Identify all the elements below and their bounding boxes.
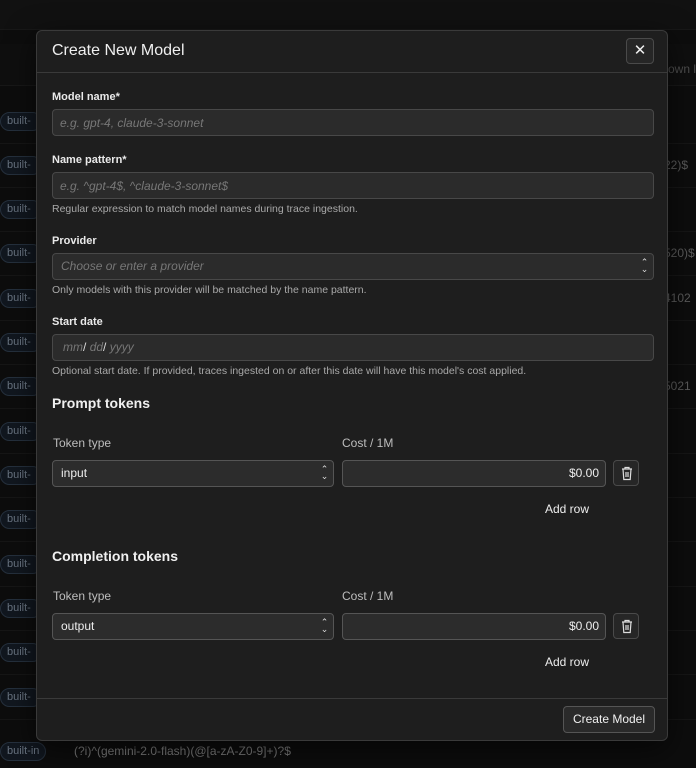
delete-row-button[interactable] xyxy=(613,613,639,639)
name-pattern-help: Regular expression to match model names … xyxy=(52,203,358,215)
token-type-column-label: Token type xyxy=(53,589,112,603)
token-type-value: input xyxy=(61,466,88,480)
completion-cost-input[interactable]: $0.00 xyxy=(342,613,606,640)
token-type-value: output xyxy=(61,619,95,633)
model-name-label: Model name* xyxy=(52,91,120,103)
prompt-tokens-title: Prompt tokens xyxy=(52,395,151,411)
cost-column-label: Cost / 1M xyxy=(342,589,394,603)
prompt-token-type-select[interactable]: input ⌃ ⌄ xyxy=(52,460,334,487)
provider-placeholder: Choose or enter a provider xyxy=(61,259,204,273)
name-pattern-label: Name pattern* xyxy=(52,154,127,166)
token-type-column-label: Token type xyxy=(53,436,112,450)
date-separator: / xyxy=(103,340,107,354)
close-icon: ✕ xyxy=(633,42,647,59)
delete-row-button[interactable] xyxy=(613,460,639,486)
start-date-input[interactable]: mm/ dd/ yyyy xyxy=(52,334,654,361)
provider-label: Provider xyxy=(52,235,97,247)
date-separator: / xyxy=(83,340,87,354)
cost-column-label: Cost / 1M xyxy=(342,436,394,450)
prompt-cost-input[interactable]: $0.00 xyxy=(342,460,606,487)
date-day: dd xyxy=(89,340,104,354)
chevron-up-down-icon: ⌃ ⌄ xyxy=(640,257,649,274)
trash-icon xyxy=(622,619,632,634)
date-month: mm xyxy=(63,340,83,354)
add-prompt-row-button[interactable]: Add row xyxy=(545,502,589,516)
trash-icon xyxy=(622,466,632,481)
create-model-button[interactable]: Create Model xyxy=(563,706,655,733)
dialog-header: Create New Model ✕ xyxy=(37,31,667,73)
name-pattern-input[interactable] xyxy=(52,172,654,199)
chevron-up-down-icon: ⌃ ⌄ xyxy=(320,617,329,634)
start-date-help: Optional start date. If provided, traces… xyxy=(52,365,527,377)
completion-tokens-title: Completion tokens xyxy=(52,548,179,564)
chevron-up-down-icon: ⌃ ⌄ xyxy=(320,464,329,481)
provider-help: Only models with this provider will be m… xyxy=(52,284,367,296)
dialog-footer: Create Model xyxy=(37,698,667,740)
date-year: yyyy xyxy=(109,340,134,354)
provider-select[interactable]: Choose or enter a provider ⌃ ⌄ xyxy=(52,253,654,280)
close-button[interactable]: ✕ xyxy=(626,38,654,64)
create-model-dialog: Create New Model ✕ Model name* Name patt… xyxy=(36,30,668,741)
completion-token-type-select[interactable]: output ⌃ ⌄ xyxy=(52,613,334,640)
model-name-input[interactable] xyxy=(52,109,654,136)
start-date-label: Start date xyxy=(52,316,103,328)
add-completion-row-button[interactable]: Add row xyxy=(545,655,589,669)
dialog-title: Create New Model xyxy=(52,42,185,59)
